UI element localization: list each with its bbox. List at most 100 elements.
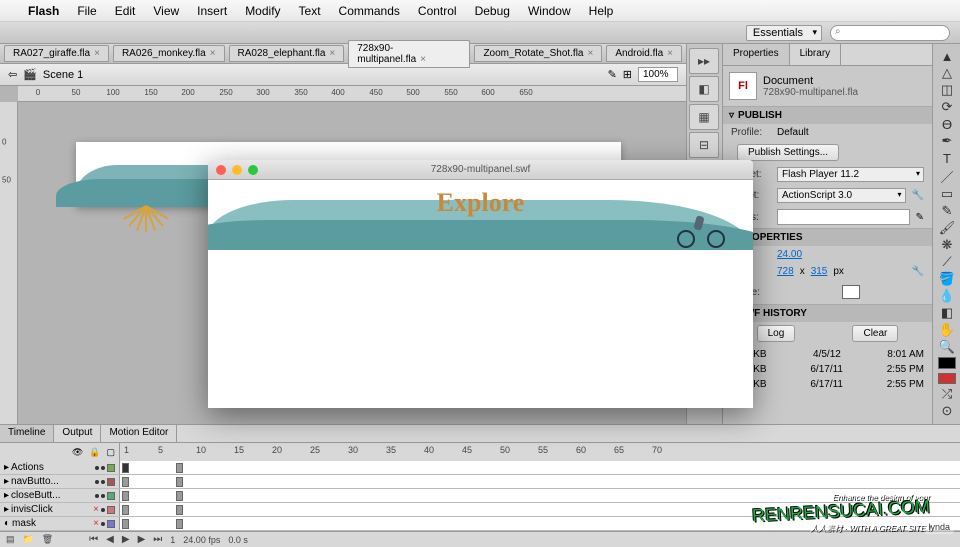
dock-expand-icon[interactable]: ▸▸ bbox=[689, 48, 719, 74]
scene-name[interactable]: Scene 1 bbox=[43, 69, 83, 81]
free-transform-tool-icon[interactable]: ◫ bbox=[935, 82, 959, 99]
menu-debug[interactable]: Debug bbox=[475, 4, 510, 18]
brush-tool-icon[interactable]: 🖌 bbox=[935, 220, 959, 237]
doc-tab[interactable]: RA027_giraffe.fla× bbox=[4, 45, 109, 62]
size-width[interactable]: 728 bbox=[777, 266, 794, 277]
eyedropper-tool-icon[interactable]: 💧 bbox=[935, 288, 959, 305]
tab-output[interactable]: Output bbox=[54, 425, 101, 442]
ruler-horizontal: 050100150200250300350400450500550600650 bbox=[18, 86, 686, 102]
menu-modify[interactable]: Modify bbox=[245, 4, 280, 18]
panel-tab-properties[interactable]: Properties bbox=[723, 44, 790, 65]
menu-help[interactable]: Help bbox=[589, 4, 614, 18]
layer-icon: ▸ bbox=[4, 462, 9, 473]
close-tab-icon[interactable]: × bbox=[94, 48, 100, 59]
layer-row[interactable]: ▸Actions bbox=[0, 461, 960, 475]
selection-tool-icon[interactable]: ▲ bbox=[935, 48, 959, 65]
doc-tab-active[interactable]: 728x90-multipanel.fla× bbox=[348, 40, 470, 68]
pen-tool-icon[interactable]: ✒ bbox=[935, 133, 959, 150]
outline-icon[interactable]: ▢ bbox=[106, 447, 115, 458]
paint-bucket-tool-icon[interactable]: 🪣 bbox=[935, 271, 959, 288]
class-input[interactable] bbox=[777, 209, 910, 225]
hand-tool-icon[interactable]: ✋ bbox=[935, 322, 959, 339]
log-button[interactable]: Log bbox=[757, 325, 796, 342]
app-name[interactable]: Flash bbox=[28, 4, 59, 18]
menu-view[interactable]: View bbox=[153, 4, 179, 18]
close-tab-icon[interactable]: × bbox=[420, 54, 426, 65]
fill-color-swatch[interactable] bbox=[938, 373, 956, 384]
system-menubar: Flash File Edit View Insert Modify Text … bbox=[0, 0, 960, 22]
subselection-tool-icon[interactable]: △ bbox=[935, 65, 959, 82]
close-tab-icon[interactable]: × bbox=[667, 48, 673, 59]
workspace-dropdown[interactable]: Essentials bbox=[746, 25, 822, 41]
stroke-color-swatch[interactable] bbox=[938, 357, 956, 368]
stage-color-swatch[interactable] bbox=[842, 285, 860, 299]
menu-edit[interactable]: Edit bbox=[115, 4, 136, 18]
sunburst-graphic bbox=[115, 206, 175, 236]
deco-tool-icon[interactable]: ❋ bbox=[935, 237, 959, 254]
rectangle-tool-icon[interactable]: ▭ bbox=[935, 186, 959, 203]
doc-tab[interactable]: Zoom_Rotate_Shot.fla× bbox=[474, 45, 602, 62]
document-icon: Fl bbox=[729, 72, 757, 100]
scene-icon: 🎬 bbox=[23, 68, 37, 81]
doc-tab[interactable]: Android.fla× bbox=[606, 45, 682, 62]
help-search-input[interactable] bbox=[830, 25, 950, 41]
scene-bar: ⇦ 🎬 Scene 1 ✎ ⊞ 100% bbox=[0, 64, 686, 86]
zoom-input[interactable]: 100% bbox=[638, 67, 678, 82]
publish-settings-button[interactable]: Publish Settings... bbox=[737, 144, 839, 161]
edit-scene-icon[interactable]: ✎ bbox=[608, 68, 617, 81]
wrench-icon[interactable]: 🔧 bbox=[912, 190, 924, 201]
size-height[interactable]: 315 bbox=[811, 266, 828, 277]
window-zoom-icon[interactable] bbox=[248, 165, 258, 175]
section-publish[interactable]: ▿PUBLISH bbox=[723, 107, 932, 124]
layer-row[interactable]: ▸navButto... bbox=[0, 475, 960, 489]
section-swf-history[interactable]: ▿SWF HISTORY bbox=[723, 305, 932, 322]
text-tool-icon[interactable]: T bbox=[935, 150, 959, 167]
fps-value[interactable]: 24.00 bbox=[777, 249, 802, 260]
edit-class-icon[interactable]: ✎ bbox=[916, 212, 924, 223]
layer-icon: ▸ bbox=[4, 504, 9, 515]
menu-commands[interactable]: Commands bbox=[339, 4, 400, 18]
lasso-tool-icon[interactable]: Ɵ bbox=[935, 116, 959, 133]
panel-tab-library[interactable]: Library bbox=[790, 44, 842, 65]
close-tab-icon[interactable]: × bbox=[210, 48, 216, 59]
zoom-tool-icon[interactable]: 🔍 bbox=[935, 339, 959, 356]
doc-tab[interactable]: RA026_monkey.fla× bbox=[113, 45, 225, 62]
eraser-tool-icon[interactable]: ◧ bbox=[935, 305, 959, 322]
menu-window[interactable]: Window bbox=[528, 4, 571, 18]
tab-timeline[interactable]: Timeline bbox=[0, 425, 54, 442]
workspace-switcher[interactable]: Essentials bbox=[746, 25, 822, 41]
dock-swatch-icon[interactable]: ▦ bbox=[689, 104, 719, 130]
window-close-icon[interactable] bbox=[216, 165, 226, 175]
close-tab-icon[interactable]: × bbox=[329, 48, 335, 59]
section-properties[interactable]: ▿PROPERTIES bbox=[723, 229, 932, 246]
tab-motion-editor[interactable]: Motion Editor bbox=[101, 425, 177, 442]
3d-rotation-tool-icon[interactable]: ⟳ bbox=[935, 99, 959, 116]
swap-colors-icon[interactable]: ⤮ bbox=[935, 386, 959, 403]
layer-icon: ▸ bbox=[4, 476, 9, 487]
menu-text[interactable]: Text bbox=[299, 4, 321, 18]
doc-tab[interactable]: RA028_elephant.fla× bbox=[229, 45, 345, 62]
swf-preview-window[interactable]: 728x90-multipanel.swf Explore bbox=[208, 160, 753, 408]
bone-tool-icon[interactable]: ⟋ bbox=[935, 254, 959, 271]
close-tab-icon[interactable]: × bbox=[588, 48, 594, 59]
layer-row[interactable]: ▸closeButt... bbox=[0, 489, 960, 503]
menu-control[interactable]: Control bbox=[418, 4, 457, 18]
clear-button[interactable]: Clear bbox=[852, 325, 898, 342]
eye-icon[interactable]: 👁 bbox=[72, 447, 83, 458]
script-select[interactable]: ActionScript 3.0 bbox=[777, 188, 906, 203]
frame-ruler[interactable]: 1510152025303540455055606570 bbox=[120, 443, 960, 461]
window-minimize-icon[interactable] bbox=[232, 165, 242, 175]
line-tool-icon[interactable]: ／ bbox=[935, 167, 959, 186]
target-select[interactable]: Flash Player 11.2 bbox=[777, 167, 924, 182]
menu-file[interactable]: File bbox=[77, 4, 96, 18]
doc-filename: 728x90-multipanel.fla bbox=[763, 87, 858, 98]
dock-color-icon[interactable]: ◧ bbox=[689, 76, 719, 102]
snap-icon[interactable]: ⊙ bbox=[935, 403, 959, 420]
dock-align-icon[interactable]: ⊟ bbox=[689, 132, 719, 158]
back-icon[interactable]: ⇦ bbox=[8, 68, 17, 81]
pencil-tool-icon[interactable]: ✎ bbox=[935, 203, 959, 220]
wrench-icon[interactable]: 🔧 bbox=[912, 266, 924, 277]
edit-symbols-icon[interactable]: ⊞ bbox=[623, 68, 632, 81]
menu-insert[interactable]: Insert bbox=[197, 4, 227, 18]
lock-icon[interactable]: 🔒 bbox=[89, 447, 100, 458]
